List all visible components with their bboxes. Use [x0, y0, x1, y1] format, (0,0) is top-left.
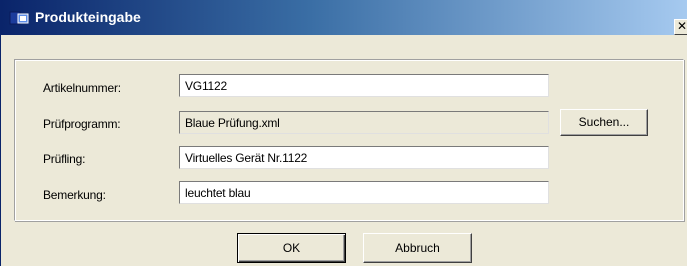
pruefprogramm-field: Blaue Prüfung.xml: [179, 111, 549, 134]
artikelnummer-label: Artikelnummer:: [43, 81, 121, 95]
pruefling-label: Prüfling:: [43, 152, 86, 166]
pruefprogramm-label: Prüfprogramm:: [43, 117, 121, 131]
close-button[interactable]: ✕: [674, 19, 687, 35]
ok-button[interactable]: OK: [237, 233, 346, 263]
suchen-button[interactable]: Suchen...: [560, 109, 648, 136]
abbruch-button[interactable]: Abbruch: [363, 233, 472, 263]
title-bar[interactable]: Produkteingabe ✕: [1, 0, 687, 35]
window-app-icon: [9, 11, 29, 25]
artikelnummer-field[interactable]: VG1122: [179, 74, 549, 97]
produkteingabe-dialog: Produkteingabe ✕ Artikelnummer: VG1122 P…: [0, 0, 687, 266]
bemerkung-field[interactable]: leuchtet blau: [179, 181, 549, 204]
window-title: Produkteingabe: [35, 9, 141, 25]
bemerkung-label: Bemerkung:: [43, 188, 106, 202]
pruefling-field[interactable]: Virtuelles Gerät Nr.1122: [179, 146, 549, 169]
close-icon: ✕: [677, 19, 687, 33]
